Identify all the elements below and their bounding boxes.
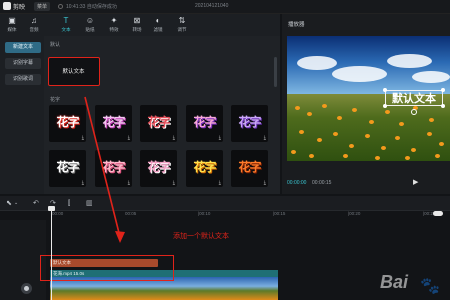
audio-icon: ♫ — [31, 16, 37, 25]
text-sidebar: 新建文本 识别字幕 识别歌词 — [0, 36, 44, 194]
player-title: 播放器 — [288, 22, 305, 28]
adjust-icon: ⇅ — [178, 16, 186, 25]
asset-toolbar: ▣ 媒体 ♫ 音频 T 文本 ☺ 贴纸 ✦ 特效 ⊠ 转场 ◐ 滤镜 ⇅ 调节 — [0, 14, 280, 36]
chevron-down-icon[interactable]: ⌄ — [14, 200, 18, 207]
zoom-toggle[interactable] — [433, 211, 443, 216]
download-icon: ⤓ — [263, 135, 266, 141]
download-icon: ⤓ — [172, 135, 175, 141]
text-overlay[interactable]: 默认文本 — [386, 90, 442, 106]
fancy-text-card[interactable]: 花字 ⤓ — [140, 150, 177, 187]
library-scrollbar[interactable] — [274, 57, 277, 87]
tab-transition[interactable]: ⊠ 转场 — [127, 16, 147, 35]
preview-sky — [287, 36, 450, 94]
paw-logo-icon: 🐾 — [420, 278, 440, 295]
app-logo-icon — [3, 2, 11, 10]
transition-icon: ⊠ — [133, 16, 141, 25]
highlight-box — [40, 255, 174, 281]
watermark-logo: Bai — [380, 272, 409, 292]
menu-button[interactable]: 菜单 — [34, 2, 51, 11]
resize-handle[interactable] — [383, 88, 387, 92]
total-time: 00:00:15 — [312, 180, 332, 186]
tab-adjust[interactable]: ⇅ 调节 — [172, 16, 192, 35]
playhead[interactable] — [51, 210, 52, 300]
select-tool-icon[interactable]: ⬉ — [6, 200, 12, 207]
split-icon[interactable]: ⫿ — [68, 200, 70, 207]
sticker-icon: ☺ — [85, 16, 95, 25]
undo-icon[interactable]: ↶ — [33, 200, 39, 207]
tab-media[interactable]: ▣ 媒体 — [2, 16, 22, 35]
autosave-icon — [58, 4, 63, 9]
tab-sticker[interactable]: ☺ 贴纸 — [80, 16, 100, 35]
app-name: 剪映 — [13, 5, 26, 11]
ruler-tick: |00:15 — [273, 211, 286, 216]
effects-icon: ✦ — [110, 16, 118, 25]
resize-handle[interactable] — [441, 104, 445, 108]
tab-audio[interactable]: ♫ 音频 — [24, 16, 44, 35]
download-icon: ⤓ — [172, 180, 175, 186]
default-text-card[interactable]: 默认文本 — [48, 57, 100, 86]
fancy-text-card[interactable]: 花字 ⤓ — [140, 105, 177, 142]
resize-handle[interactable] — [441, 88, 445, 92]
tab-effects[interactable]: ✦ 特效 — [104, 16, 124, 35]
download-icon: ⤓ — [218, 135, 221, 141]
ruler-tick: 00:00 — [52, 211, 64, 216]
download-icon: ⤓ — [218, 180, 221, 186]
sidebar-item-new-text[interactable]: 新建文本 — [5, 42, 41, 53]
resize-handle[interactable] — [383, 104, 387, 108]
text-icon: T — [63, 16, 69, 25]
section-label-default: 默认 — [50, 42, 61, 48]
cover-camera-icon[interactable] — [21, 283, 32, 294]
ruler-tick: |00:10 — [198, 211, 211, 216]
rotate-handle-icon[interactable] — [411, 109, 417, 115]
ruler-tick: |00:20 — [348, 211, 361, 216]
sidebar-item-recognize-lyrics[interactable]: 识别歌词 — [5, 74, 41, 85]
media-icon: ▣ — [8, 16, 16, 25]
section-label-fancy-text: 花字 — [50, 97, 61, 103]
tab-filter[interactable]: ◐ 滤镜 — [148, 16, 168, 35]
filter-icon: ◐ — [155, 16, 161, 25]
sidebar-item-recognize-subtitles[interactable]: 识别字幕 — [5, 58, 41, 69]
annotation-arrow — [84, 96, 125, 243]
fancy-text-card[interactable]: 花字 ⤓ — [186, 150, 223, 187]
play-button[interactable]: ▶ — [413, 178, 418, 186]
current-time: 00:00:00 — [287, 180, 307, 186]
fancy-text-card[interactable]: 花字 ⤓ — [231, 105, 268, 142]
annotation-text: 添加一个默认文本 — [173, 233, 229, 240]
tab-text[interactable]: T 文本 — [56, 16, 76, 35]
fancy-text-card[interactable]: 花字 ⤓ — [231, 150, 268, 187]
download-icon: ⤓ — [263, 180, 266, 186]
fancy-text-card[interactable]: 花字 ⤓ — [186, 105, 223, 142]
autosave-status: 10:41:33 自动保存成功 — [66, 4, 117, 10]
project-title: 202104121040 — [195, 3, 229, 9]
